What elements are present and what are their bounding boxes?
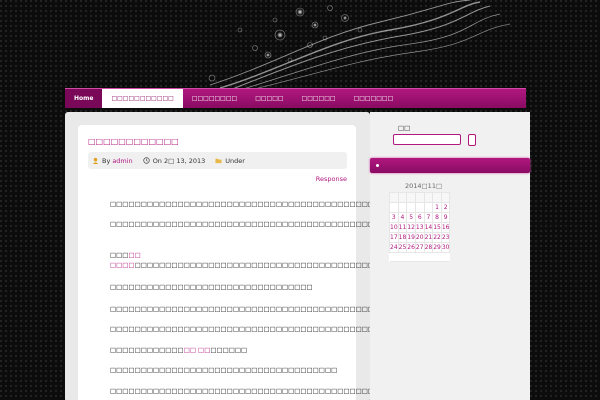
clock-icon — [142, 157, 150, 164]
post-category: Under — [225, 156, 245, 165]
header-swirl-graphic — [208, 0, 511, 91]
calendar-day: 5 — [406, 212, 416, 223]
sidebar: □□ 2014□11□ 1 2 3 4 5 6 7 8 9 10 11 12 13 14 15 16 17 18 1… — [370, 112, 530, 400]
post-card: □□□□□□□□□□□□ By admin On 2□ 13, 2013 Und… — [78, 125, 571, 400]
post-paragraph: □□□□□□□□□□□□□□□□□□□□□□□□□□□□□□□□□□□□□□□□… — [110, 324, 374, 334]
post-paragraph: □□□□□□□□□□□□□□□□□□□□□□□□□□□□□□□□□□□□□□□□… — [110, 386, 571, 396]
calendar-weekday — [406, 192, 416, 203]
bullet-icon — [376, 164, 379, 167]
paragraph-text: □□□□□□□□□□□□□□□□□□□□□□□□□□□□□□□□□□□□□ — [110, 366, 338, 374]
search-button[interactable] — [468, 134, 476, 146]
post-date: On 2□ 13, 2013 — [152, 156, 206, 165]
calendar-weekday — [414, 192, 425, 203]
folder-icon — [215, 158, 222, 164]
content-area: □□□□□□□□□□□□ By admin On 2□ 13, 2013 Und… — [65, 112, 571, 400]
calendar-day: 28 — [423, 242, 434, 253]
nav-item-1[interactable]: □□□□□□□□□□□ — [102, 89, 183, 108]
calendar-day: 23 — [440, 232, 451, 243]
post-paragraph: □□□□□□□□□□□□□□□□□□□□□□□□□□□□□□□□□ — [110, 282, 350, 292]
calendar-day: 16 — [440, 222, 451, 233]
nav-item-home[interactable]: Home — [65, 89, 103, 108]
calendar-day: 22 — [432, 232, 442, 243]
calendar-day — [397, 202, 408, 213]
calendar-day: 14 — [423, 222, 434, 233]
calendar-day: 6 — [414, 212, 425, 223]
paragraph-text: □□□□□□□□□□□□□□□□□□□□□□□□□□□□□□□□□ — [110, 283, 313, 291]
nav-item-2[interactable]: □□□□□□□□ — [183, 89, 246, 108]
calendar-day: 10 — [389, 222, 399, 233]
nav-item-3[interactable]: □□□□□ — [246, 89, 292, 108]
calendar-day: 3 — [389, 212, 399, 223]
paragraph-text: □□□□□□ — [210, 346, 248, 354]
calendar-weekday — [423, 192, 434, 203]
response-link[interactable]: Response — [316, 175, 347, 183]
calendar-caption: 2014□11□ — [405, 182, 443, 190]
calendar-weekday — [440, 192, 451, 203]
search-input[interactable] — [393, 134, 461, 145]
calendar-day: 29 — [432, 242, 442, 253]
calendar-day: 8 — [432, 212, 442, 223]
calendar-day: 15 — [432, 222, 442, 233]
inline-link[interactable]: □□ □□ — [184, 346, 211, 354]
post-meta-bar: By admin On 2□ 13, 2013 Under — [88, 152, 347, 169]
byline-prefix: By — [102, 156, 111, 165]
calendar-day: 21 — [423, 232, 434, 243]
nav-item-4[interactable]: □□□□□□ — [293, 89, 345, 108]
paragraph-text: □□□□□□□□□□□□□□□□□□□□□□□□□□□□□□□□□□□□□□□□… — [110, 305, 387, 313]
calendar-day: 9 — [440, 212, 451, 223]
calendar-weekday — [397, 192, 408, 203]
author-link[interactable]: admin — [112, 157, 132, 165]
calendar-day: 12 — [406, 222, 416, 233]
calendar-day: 1 — [432, 202, 442, 213]
post-paragraph: □□□□□□□□□□□□□□□□□□□□□□□□□□□□□□□□□□□□□□□□… — [110, 304, 386, 314]
calendar-day: 2 — [440, 202, 451, 213]
user-icon — [92, 157, 99, 164]
calendar-widget: 1 2 3 4 5 6 7 8 9 10 11 12 13 14 15 16 17 18 19 20 21 22 23 24 2… — [389, 192, 451, 262]
main-navigation: Home □□□□□□□□□□□ □□□□□□□□ □□□□□ □□□□□□ □□□□□□… — [65, 88, 526, 108]
paragraph-text: □□□□□□□□□□□□□□□□□□□□□□□□□□□□□□□□□□□□□□□□… — [110, 200, 411, 208]
calendar-day: 19 — [406, 232, 416, 243]
post-paragraph: □□□□□□□□□□□□□□□□□□□□□□□□□□□□□□□□□□□□□□□□… — [110, 199, 411, 209]
calendar-day — [406, 202, 416, 213]
calendar-day: 7 — [423, 212, 434, 223]
calendar-day: 26 — [406, 242, 416, 253]
paragraph-text: □□□□□□□□□□□□ — [110, 346, 184, 354]
widget-title-bar — [370, 158, 530, 173]
paragraph-text: □□□□□□□□□□□□□□□□□□□□□□□□□□□□□□□□□□□□□□□□… — [110, 325, 375, 333]
calendar-day: 20 — [414, 232, 425, 243]
post-title-link[interactable]: □□□□□□□□□□□□ — [88, 137, 179, 146]
calendar-footer-cell — [406, 252, 433, 262]
calendar-day: 24 — [389, 242, 399, 253]
calendar-day: 11 — [397, 222, 408, 233]
nav-item-5[interactable]: □□□□□□□ — [345, 89, 403, 108]
calendar-day — [423, 202, 434, 213]
calendar-day: 13 — [414, 222, 425, 233]
calendar-weekday — [432, 192, 442, 203]
search-label: □□ — [398, 124, 411, 132]
calendar-day: 30 — [440, 242, 451, 253]
post-paragraph: □□□□□□□□□□□□□□□□□□□□□□□□□□□□□□□□□□□□□ — [110, 365, 350, 375]
calendar-weekday — [389, 192, 399, 203]
calendar-day — [389, 202, 399, 213]
post-paragraph: □□□□□ □□□□□□□□□□□□□□□□□□□□□□□□□□□□□□□□□□… — [110, 250, 515, 270]
calendar-day: 25 — [397, 242, 408, 253]
calendar-footer-cell — [389, 252, 407, 262]
calendar-day: 27 — [414, 242, 425, 253]
post-paragraph: □□□□□□□□□□□□□□ □□□□□□□□ — [110, 345, 350, 355]
calendar-day: 4 — [397, 212, 408, 223]
paragraph-text: □□□ — [110, 251, 129, 259]
calendar-day — [414, 202, 425, 213]
calendar-day: 17 — [389, 232, 399, 243]
calendar-footer-cell — [432, 252, 450, 262]
calendar-day: 18 — [397, 232, 408, 243]
post-paragraph: □□□□□□□□□□□□□□□□□□□□□□□□□□□□□□□□□□□□□□□□… — [110, 219, 571, 229]
